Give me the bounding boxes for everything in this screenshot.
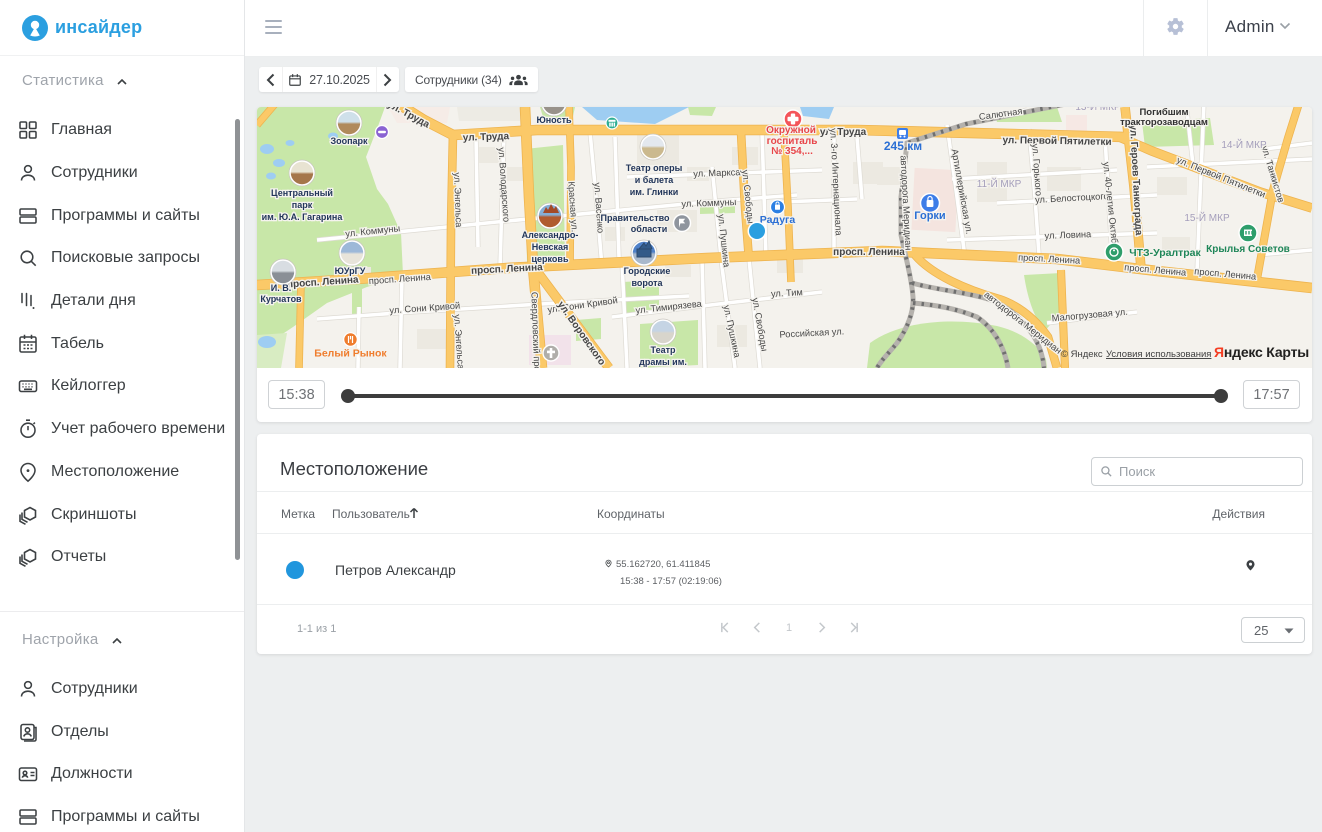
svg-text:ЮУрГУ: ЮУрГУ — [335, 266, 366, 276]
svg-text:ЧТЗ-Уралтрак: ЧТЗ-Уралтрак — [1129, 247, 1201, 259]
svg-text:Невская: Невская — [532, 242, 569, 252]
svg-text:ворота: ворота — [631, 278, 663, 288]
svg-text:ул. Тим: ул. Тим — [771, 287, 803, 299]
svg-text:и балета: и балета — [635, 175, 674, 185]
svg-text:ул. Ловина: ул. Ловина — [1044, 229, 1092, 241]
svg-text:245 км: 245 км — [884, 139, 922, 153]
svg-text:Центральный: Центральный — [271, 188, 333, 198]
svg-text:И. В.: И. В. — [271, 283, 291, 293]
svg-text:11-Й МКР: 11-Й МКР — [977, 177, 1022, 190]
svg-text:Окружной: Окружной — [766, 125, 816, 136]
svg-text:15-Й МКР: 15-Й МКР — [1184, 211, 1230, 224]
svg-text:Театр оперы: Театр оперы — [626, 163, 683, 173]
svg-text:Яндекс Карты: Яндекс Карты — [1214, 344, 1309, 360]
svg-text:им. Ю.А. Гагарина: им. Ю.А. Гагарина — [262, 212, 344, 222]
svg-text:церковь: церковь — [532, 254, 569, 264]
svg-text:ул. Первой Пятилетки: ул. Первой Пятилетки — [1002, 135, 1111, 148]
svg-text:№ 354,...: № 354,... — [771, 146, 813, 157]
svg-text:Горки: Горки — [914, 210, 945, 222]
svg-text:Правительство: Правительство — [600, 213, 670, 223]
svg-text:просп. Ленина: просп. Ленина — [833, 247, 905, 258]
svg-text:ул. Маркса: ул. Маркса — [693, 167, 741, 179]
svg-text:Белый Рынок: Белый Рынок — [314, 348, 387, 360]
svg-text:области: области — [631, 224, 668, 234]
svg-text:13-Й МКР: 13-Й МКР — [1075, 107, 1121, 113]
svg-text:© Яндекс: © Яндекс — [1061, 349, 1103, 360]
svg-text:ул. Коммуны: ул. Коммуны — [681, 197, 737, 209]
svg-text:парк: парк — [292, 200, 313, 210]
svg-text:Юность: Юность — [536, 115, 572, 125]
svg-text:им. Глинки: им. Глинки — [630, 187, 679, 197]
svg-text:ул. Энгельса: ул. Энгельса — [452, 172, 464, 228]
svg-text:Условия использования: Условия использования — [1106, 349, 1211, 360]
svg-text:драмы им.: драмы им. — [639, 357, 687, 367]
svg-text:Радуга: Радуга — [760, 214, 796, 226]
svg-text:Театр: Театр — [651, 345, 676, 355]
svg-text:Зоопарк: Зоопарк — [330, 136, 368, 146]
svg-text:Крылья Советов: Крылья Советов — [1206, 244, 1290, 255]
svg-text:Курчатов: Курчатов — [260, 294, 302, 304]
svg-text:Городские: Городские — [624, 266, 671, 276]
svg-text:тракторозаводцам: тракторозаводцам — [1120, 117, 1208, 128]
svg-text:Александро-: Александро- — [522, 230, 579, 240]
svg-text:ул. Труда: ул. Труда — [820, 127, 867, 138]
svg-text:ул. Труда: ул. Труда — [463, 131, 510, 144]
svg-text:14-Й МКР: 14-Й МКР — [1221, 138, 1267, 151]
